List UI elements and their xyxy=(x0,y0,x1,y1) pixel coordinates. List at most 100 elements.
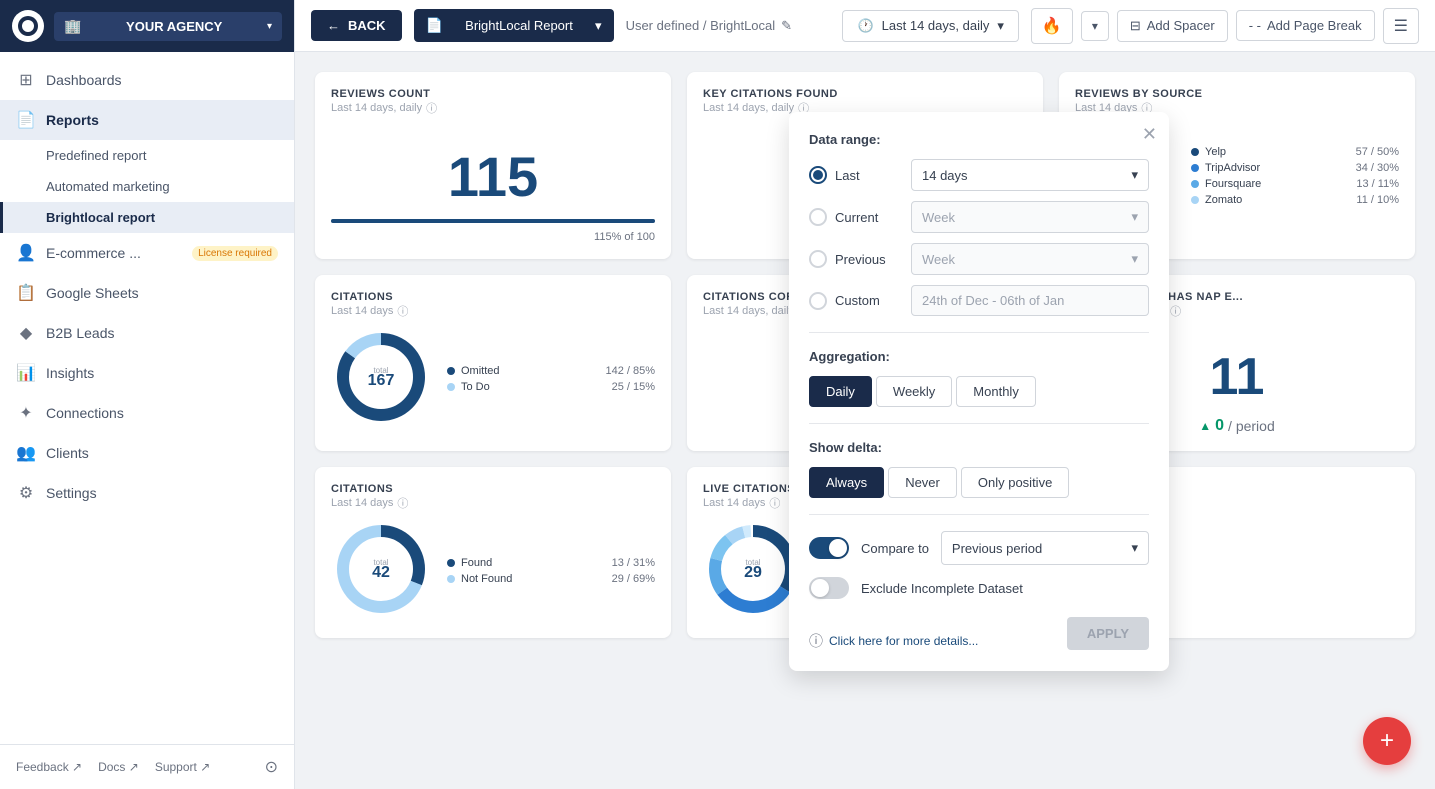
legend: Omitted142 / 85% To Do25 / 15% xyxy=(447,365,655,393)
legend-item: Zomato11 / 10% xyxy=(1191,194,1399,206)
aggregation-weekly[interactable]: Weekly xyxy=(876,376,952,407)
b2b-leads-icon: ◆ xyxy=(16,323,36,343)
sidebar-item-label: Google Sheets xyxy=(46,285,139,301)
card-title: REVIEWS BY SOURCE xyxy=(1075,88,1203,100)
google-sheets-icon: 📋 xyxy=(16,283,36,303)
compare-row: Compare to Previous period ▾ xyxy=(809,531,1149,565)
edit-icon[interactable]: ✎ xyxy=(781,18,792,34)
delta-always[interactable]: Always xyxy=(809,467,884,498)
date-range-button[interactable]: 🕐 Last 14 days, daily ▾ xyxy=(842,10,1018,42)
apply-button[interactable]: APPLY xyxy=(1067,617,1149,650)
feedback-link[interactable]: Feedback ↗ xyxy=(16,757,82,777)
card-reviews-count: REVIEWS COUNT Last 14 days, daily ⓘ 115 … xyxy=(315,72,671,259)
exclude-toggle[interactable] xyxy=(809,577,849,599)
circle-icon[interactable]: ⊙ xyxy=(265,757,278,777)
sidebar-header: 🏢 YOUR AGENCY ▾ xyxy=(0,0,294,52)
fire-button[interactable]: 🔥 xyxy=(1031,8,1073,44)
info-link[interactable]: Click here for more details... xyxy=(829,634,978,648)
sidebar-item-b2b-leads[interactable]: ◆ B2B Leads xyxy=(0,313,294,353)
compare-toggle[interactable] xyxy=(809,537,849,559)
card-title: REVIEWS COUNT xyxy=(331,88,437,100)
add-page-break-button[interactable]: - - Add Page Break xyxy=(1236,10,1375,41)
compare-select[interactable]: Previous period ▾ xyxy=(941,531,1149,565)
sidebar-item-reports[interactable]: 📄 Reports xyxy=(0,100,294,140)
donut-container: total 29 xyxy=(703,519,803,622)
show-delta-label: Show delta: xyxy=(809,440,1149,455)
close-button[interactable]: ✕ xyxy=(1142,124,1157,145)
sidebar-item-label: Reports xyxy=(46,112,99,128)
card-subtitle: Last 14 days, daily ⓘ xyxy=(331,100,437,116)
aggregation-monthly[interactable]: Monthly xyxy=(956,376,1036,407)
dropdown-panel: ✕ Data range: Last 14 days ▾ Current xyxy=(789,112,1169,671)
sidebar-item-connections[interactable]: ✦ Connections xyxy=(0,393,294,433)
add-spacer-button[interactable]: ⊟ Add Spacer xyxy=(1117,10,1228,42)
radio-custom[interactable]: Custom xyxy=(809,292,899,310)
report-selector[interactable]: 📄 BrightLocal Report ▾ xyxy=(414,9,614,42)
legend: Found13 / 31% Not Found29 / 69% xyxy=(447,557,655,585)
svg-text:167: 167 xyxy=(368,372,395,389)
main-area: ← BACK 📄 BrightLocal Report ▾ User defin… xyxy=(295,0,1435,789)
radio-previous[interactable]: Previous xyxy=(809,250,899,268)
custom-select[interactable]: 24th of Dec - 06th of Jan xyxy=(911,285,1149,316)
sidebar-item-insights[interactable]: 📊 Insights xyxy=(0,353,294,393)
radio-circle-current xyxy=(809,208,827,226)
current-select[interactable]: Week ▾ xyxy=(911,201,1149,233)
legend-item: Foursquare13 / 11% xyxy=(1191,178,1399,190)
aggregation-group: Daily Weekly Monthly xyxy=(809,376,1149,407)
page-break-icon: - - xyxy=(1249,18,1261,33)
select-chevron-icon: ▾ xyxy=(1131,209,1138,225)
app-logo xyxy=(12,10,44,42)
card-title: CITATIONS xyxy=(331,483,408,495)
compare-chevron-icon: ▾ xyxy=(1131,540,1138,556)
back-button[interactable]: ← BACK xyxy=(311,10,402,41)
sidebar-item-google-sheets[interactable]: 📋 Google Sheets xyxy=(0,273,294,313)
clients-icon: 👥 xyxy=(16,443,36,463)
donut-chart-area: total 42 Found13 / 31% Not Found29 / 69% xyxy=(331,519,655,622)
report-chevron-icon: ▾ xyxy=(595,18,602,34)
legend-item: Yelp57 / 50% xyxy=(1191,146,1399,158)
delta-arrow-icon: ▲ xyxy=(1199,419,1211,433)
last-select[interactable]: 14 days ▾ xyxy=(911,159,1149,191)
support-link[interactable]: Support ↗ xyxy=(155,757,210,777)
report-icon: 📄 xyxy=(426,17,443,34)
sidebar-sub-brightlocal[interactable]: Brightlocal report xyxy=(0,202,294,233)
card-subtitle: Last 14 days ⓘ xyxy=(331,495,408,511)
reports-icon: 📄 xyxy=(16,110,36,130)
breadcrumb: User defined / BrightLocal ✎ xyxy=(626,18,831,34)
agency-selector[interactable]: 🏢 YOUR AGENCY ▾ xyxy=(54,12,282,41)
back-arrow-icon: ← xyxy=(327,18,340,33)
delta-never[interactable]: Never xyxy=(888,467,957,498)
sidebar-item-label: E-commerce ... xyxy=(46,245,141,261)
menu-button[interactable]: ☰ xyxy=(1383,8,1419,44)
radio-last[interactable]: Last xyxy=(809,166,899,184)
agency-chevron-icon: ▾ xyxy=(267,21,272,32)
sidebar-item-label: Insights xyxy=(46,365,94,381)
sidebar-item-ecommerce[interactable]: 👤 E-commerce ... License required xyxy=(0,233,294,273)
sidebar-item-label: B2B Leads xyxy=(46,325,115,341)
compare-label: Compare to xyxy=(861,541,929,556)
spacer-icon: ⊟ xyxy=(1130,18,1141,34)
delta-only-positive[interactable]: Only positive xyxy=(961,467,1069,498)
bottom-row: ⓘ Click here for more details... APPLY xyxy=(809,615,1149,651)
progress-fill xyxy=(331,219,655,223)
sidebar-sub-predefined[interactable]: Predefined report xyxy=(0,140,294,171)
previous-select[interactable]: Week ▾ xyxy=(911,243,1149,275)
sidebar-item-label: Settings xyxy=(46,485,97,501)
fab-add-button[interactable]: + xyxy=(1363,717,1411,765)
card-citations: CITATIONS Last 14 days ⓘ total 167 xyxy=(315,275,671,451)
exclude-row: Exclude Incomplete Dataset xyxy=(809,577,1149,599)
info-icon: ⓘ xyxy=(809,631,823,651)
sidebar-item-settings[interactable]: ⚙ Settings xyxy=(0,473,294,513)
radio-row-current: Current Week ▾ xyxy=(809,201,1149,233)
legend-item: TripAdvisor34 / 30% xyxy=(1191,162,1399,174)
sidebar-sub-automated[interactable]: Automated marketing xyxy=(0,171,294,202)
docs-link[interactable]: Docs ↗ xyxy=(98,757,139,777)
radio-circle-previous xyxy=(809,250,827,268)
legend-item: Omitted142 / 85% xyxy=(447,365,655,377)
sidebar-item-dashboards[interactable]: ⊞ Dashboards xyxy=(0,60,294,100)
sidebar-item-clients[interactable]: 👥 Clients xyxy=(0,433,294,473)
chevron-down-icon-btn[interactable]: ▾ xyxy=(1081,11,1109,41)
radio-current[interactable]: Current xyxy=(809,208,899,226)
card-title: KEY CITATIONS FOUND xyxy=(703,88,838,100)
aggregation-daily[interactable]: Daily xyxy=(809,376,872,407)
